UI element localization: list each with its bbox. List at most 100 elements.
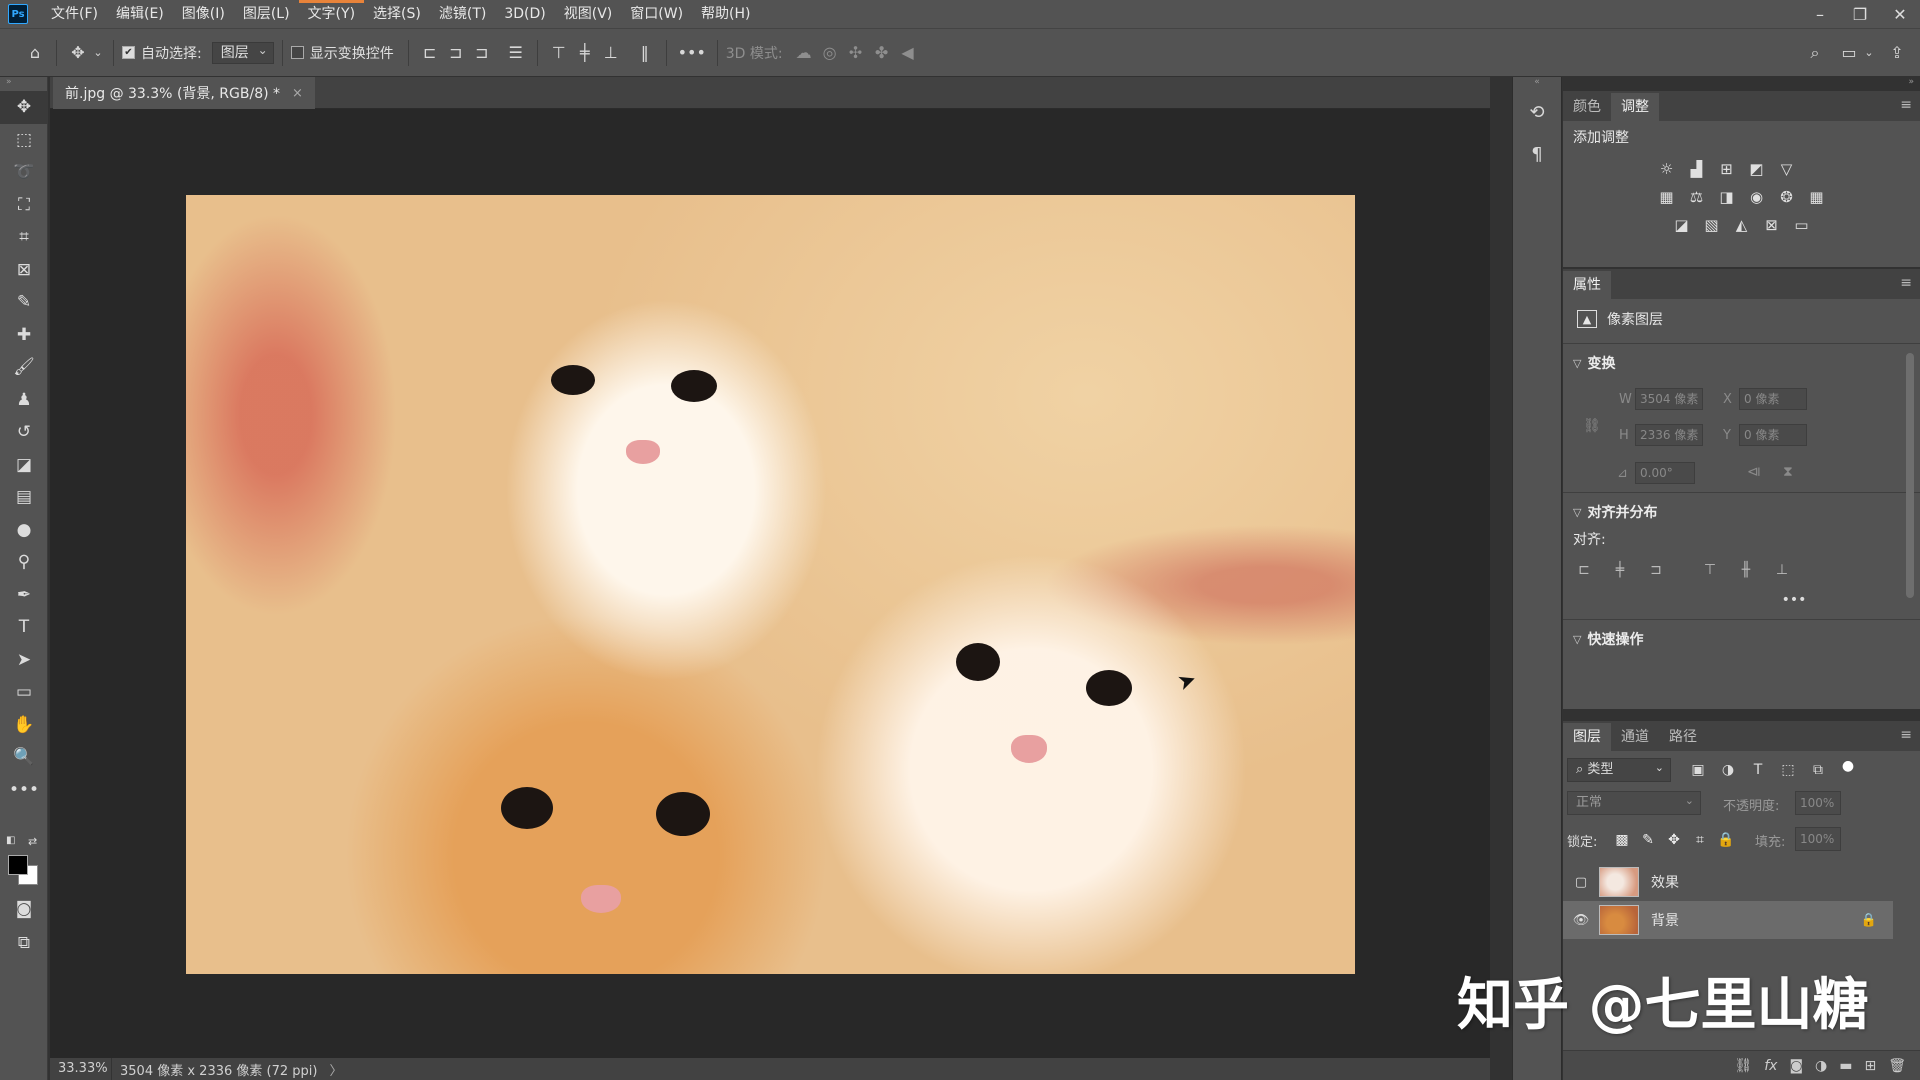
curves-icon[interactable]: ⊞ [1715,157,1739,181]
visibility-toggle-off[interactable]: ▢ [1563,875,1599,890]
status-menu-arrow[interactable]: 〉 [329,1060,342,1079]
restore-icon[interactable]: ❐ [1840,0,1880,28]
move-tool-icon[interactable]: ✥ [0,91,48,124]
hue-saturation-icon[interactable]: ▦ [1655,185,1679,209]
black-white-icon[interactable]: ◨ [1715,185,1739,209]
move-tool-icon[interactable]: ✥ [65,40,91,66]
lock-artboard-icon[interactable]: ⌗ [1689,829,1711,851]
minimize-icon[interactable]: – [1800,0,1840,28]
gradient-map-icon[interactable]: ▭ [1790,213,1814,237]
distribute-icon[interactable]: ☰ [503,40,529,66]
align-left-edges-icon[interactable]: ⊏ [1573,559,1595,581]
marquee-tool-icon[interactable]: ⬚ [0,124,48,157]
tab-channels[interactable]: 通道 [1611,723,1659,751]
panel-menu-icon[interactable]: ≡ [1900,727,1912,743]
filter-type-icon[interactable]: T [1747,759,1769,781]
hand-tool-icon[interactable]: ✋ [0,709,48,742]
screen-mode-icon[interactable]: ⧉ [0,927,48,960]
paragraph-panel-icon[interactable]: ¶ [1513,133,1561,175]
align-vertical-centers-icon[interactable]: ╫ [1735,559,1757,581]
more-options-icon[interactable]: ••• [675,40,709,66]
menu-window[interactable]: 窗口(W) [621,0,692,28]
filter-shape-icon[interactable]: ⬚ [1777,759,1799,781]
chevron-down-icon[interactable]: ⌄ [1862,40,1876,66]
close-window-icon[interactable]: ✕ [1880,0,1920,28]
color-lookup-icon[interactable]: ▦ [1805,185,1829,209]
invert-icon[interactable]: ◪ [1670,213,1694,237]
align-bottom-icon[interactable]: ⊥ [598,40,624,66]
close-icon[interactable]: × [292,86,303,101]
gradient-tool-icon[interactable]: ▤ [0,481,48,514]
eraser-tool-icon[interactable]: ◪ [0,449,48,482]
brightness-icon[interactable]: ☼ [1655,157,1679,181]
trash-icon[interactable]: 🗑 [1888,1058,1906,1074]
default-colors-icon[interactable]: ◧ [6,835,15,846]
show-transform-checkbox[interactable] [290,46,304,59]
frame-tool-icon[interactable]: ⊠ [0,254,48,287]
lock-paint-icon[interactable]: ✎ [1637,829,1659,851]
menu-select[interactable]: 选择(S) [364,0,430,28]
tab-properties[interactable]: 属性 [1563,271,1611,299]
crop-tool-icon[interactable]: ⌗ [0,221,48,254]
panel-menu-icon[interactable]: ≡ [1900,97,1912,113]
align-right-edges-icon[interactable]: ⊐ [1645,559,1667,581]
dodge-tool-icon[interactable]: ⚲ [0,546,48,579]
menu-help[interactable]: 帮助(H) [692,0,759,28]
tab-paths[interactable]: 路径 [1659,723,1707,751]
link-layers-icon[interactable]: ⛓ [1734,1058,1752,1074]
menu-3d[interactable]: 3D(D) [495,0,554,28]
x-field[interactable]: 0 像素 [1739,388,1807,410]
align-center-icon[interactable]: ⊐ [443,40,469,66]
chevron-down-icon[interactable]: ⌄ [91,40,105,66]
menu-filter[interactable]: 滤镜(T) [430,0,495,28]
eyedropper-tool-icon[interactable]: ✎ [0,286,48,319]
zoom-tool-icon[interactable]: 🔍 [0,741,48,774]
fill-field[interactable]: 100% [1795,827,1841,851]
edit-toolbar-icon[interactable]: ••• [0,774,48,807]
align-middle-icon[interactable]: ╪ [572,40,598,66]
color-swatches[interactable]: ◧ ⇄ [6,835,42,885]
properties-scrollbar[interactable] [1906,353,1914,598]
y-field[interactable]: 0 像素 [1739,424,1807,446]
threshold-icon[interactable]: ◭ [1730,213,1754,237]
type-tool-icon[interactable]: T [0,611,48,644]
filter-adjustment-icon[interactable]: ◑ [1717,759,1739,781]
link-icon[interactable]: ⛓ [1583,418,1601,434]
align-bottom-edges-icon[interactable]: ⊥ [1771,559,1793,581]
flip-horizontal-icon[interactable]: ⧏ [1747,464,1761,480]
lock-all-icon[interactable]: 🔒 [1715,829,1737,851]
lock-icon[interactable]: 🔒 [1861,913,1877,928]
3d-orbit-icon[interactable]: ☁ [791,40,817,66]
share-icon[interactable]: ⇪ [1884,40,1910,66]
color-balance-icon[interactable]: ⚖ [1685,185,1709,209]
align-section-header[interactable]: ▽ 对齐并分布 [1563,497,1920,527]
canvas-area[interactable]: ➤ [50,109,1490,1058]
opacity-field[interactable]: 100% [1795,791,1841,815]
menu-view[interactable]: 视图(V) [555,0,622,28]
vibrance-icon[interactable]: ▽ [1775,157,1799,181]
3d-pan-icon[interactable]: ✣ [843,40,869,66]
align-top-edges-icon[interactable]: ⊤ [1699,559,1721,581]
document-tab[interactable]: 前.jpg @ 33.3% (背景, RGB/8) * × [53,77,315,109]
angle-field[interactable]: 0.00° [1635,462,1695,484]
history-panel-icon[interactable]: ⟲ [1513,91,1561,133]
lock-transparent-icon[interactable]: ▩ [1611,829,1633,851]
kittens-photo[interactable] [186,195,1355,974]
path-selection-tool-icon[interactable]: ➤ [0,644,48,677]
panel-menu-icon[interactable]: ≡ [1900,275,1912,291]
menu-layer[interactable]: 图层(L) [234,0,299,28]
eye-icon[interactable]: 👁 [1563,913,1599,928]
photoshop-logo[interactable]: Ps [8,4,28,24]
auto-select-target-dropdown[interactable]: 图层 [211,40,274,64]
3d-scale-icon[interactable]: ◀ [895,40,921,66]
tab-color[interactable]: 颜色 [1563,93,1611,121]
collapse-icon[interactable]: » [0,77,47,91]
flip-vertical-icon[interactable]: ⧗ [1783,464,1793,480]
align-top-icon[interactable]: ⊤ [546,40,572,66]
blur-tool-icon[interactable]: ● [0,514,48,547]
menu-edit[interactable]: 编辑(E) [107,0,173,28]
object-selection-tool-icon[interactable]: ⛶ [0,189,48,222]
rectangle-tool-icon[interactable]: ▭ [0,676,48,709]
collapse-icon[interactable]: « [1513,77,1561,91]
exposure-icon[interactable]: ◩ [1745,157,1769,181]
